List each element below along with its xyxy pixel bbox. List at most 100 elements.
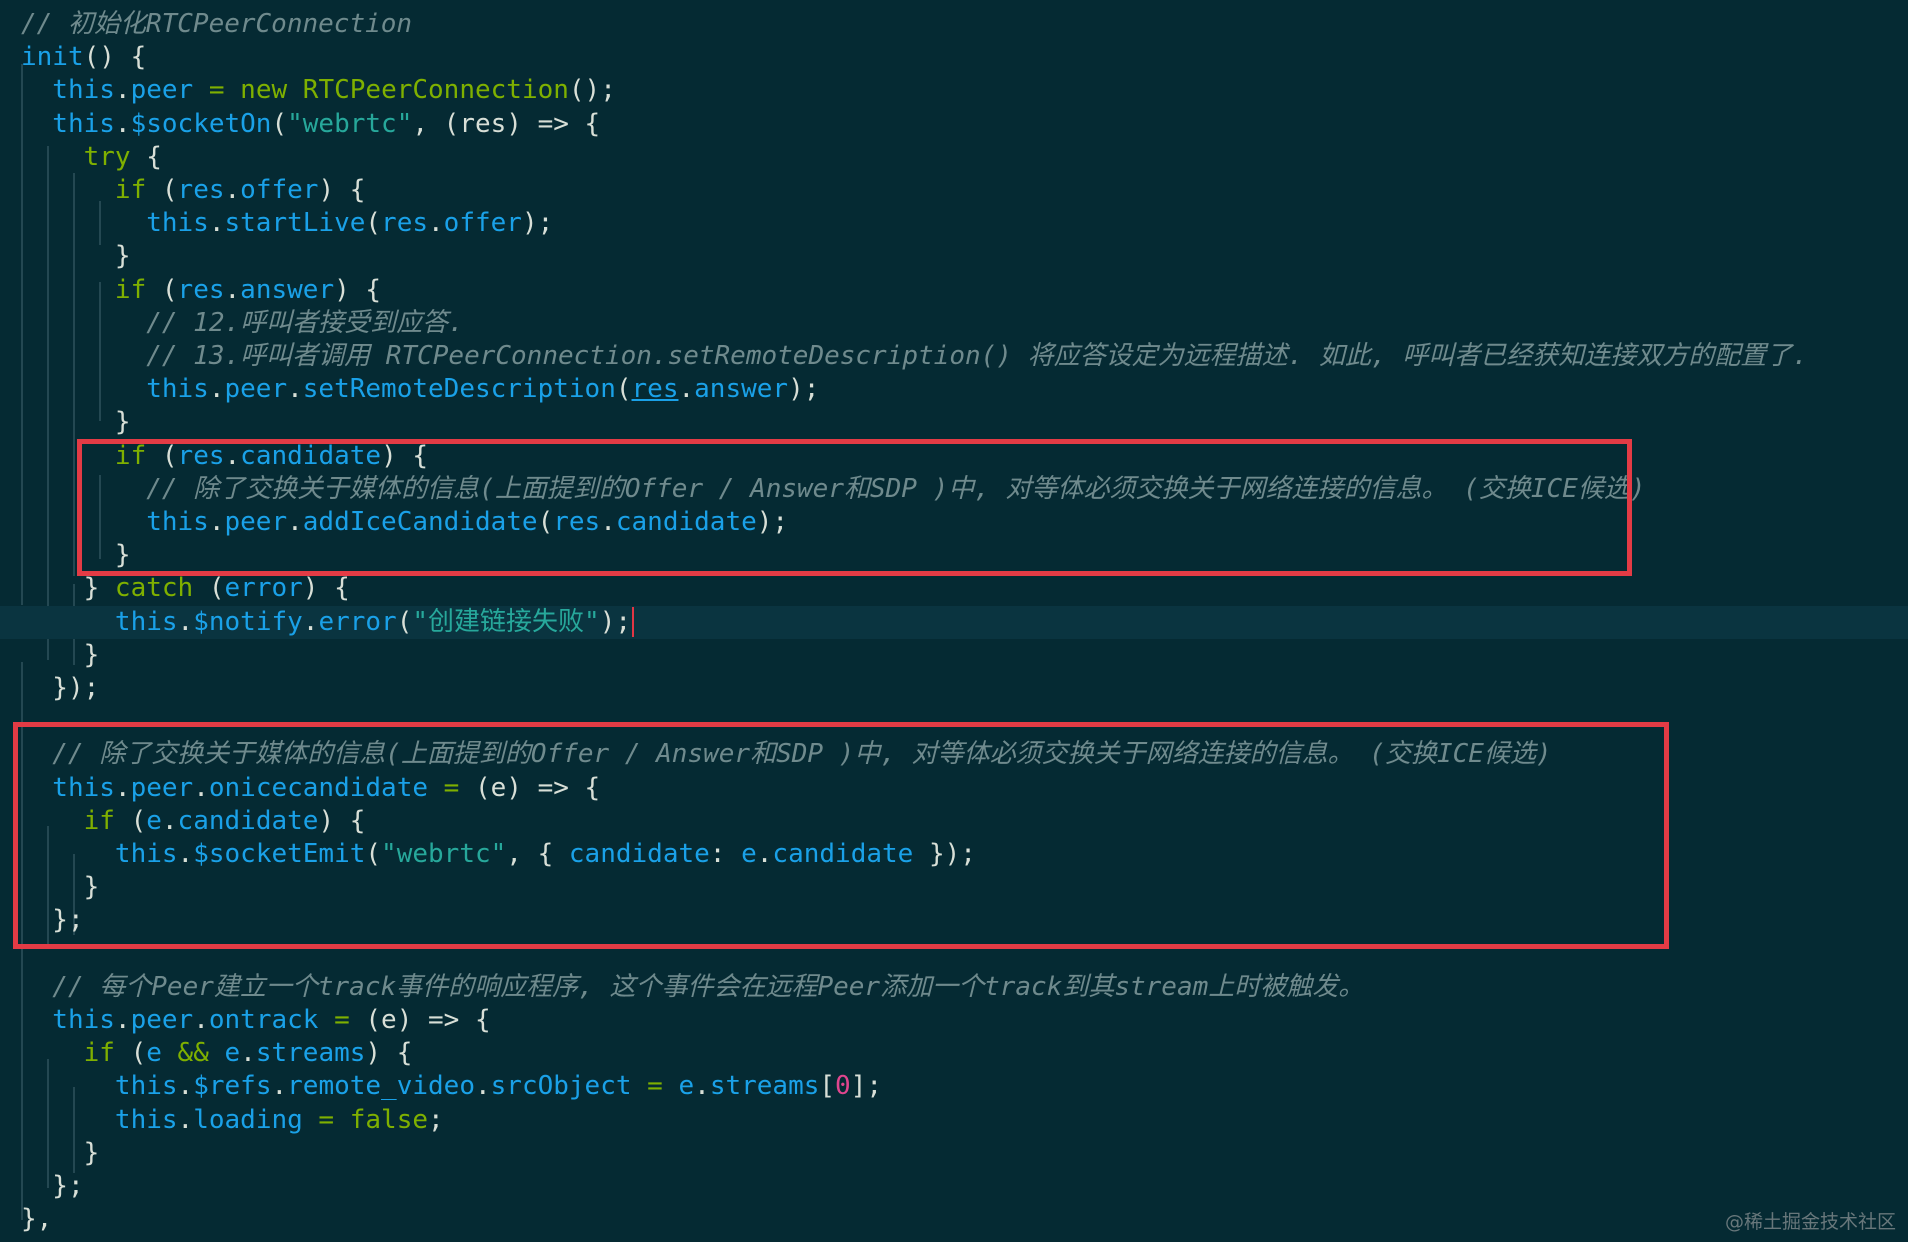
code-line[interactable]: }); [0, 672, 1908, 705]
code-line[interactable]: try { [0, 141, 1908, 174]
code-token-punctuation: . [287, 374, 303, 405]
code-line[interactable]: } [0, 639, 1908, 672]
code-token-punctuation: . [208, 507, 225, 537]
code-line[interactable]: } [0, 539, 1908, 572]
code-line[interactable]: this.startLive(res.offer); [0, 207, 1908, 240]
code-line[interactable]: this.peer.ontrack = (e) => { [0, 1004, 1908, 1037]
code-token-identifier: srcObject [490, 1071, 632, 1102]
code-token-keyword: if [21, 805, 115, 836]
code-line-content: this.$socketEmit("webrtc", { candidate: … [21, 838, 976, 871]
code-line[interactable]: this.peer = new RTCPeerConnection(); [0, 74, 1908, 107]
code-token-punctuation: , { [506, 839, 569, 869]
code-line-content: } [21, 240, 131, 273]
code-line-content: try { [21, 141, 162, 174]
code-token-punctuation: . [224, 274, 241, 305]
code-line[interactable]: } [0, 1137, 1908, 1170]
code-line[interactable]: this.peer.onicecandidate = (e) => { [0, 772, 1908, 805]
active-code-line[interactable]: this.$notify.error("创建链接失败"); [0, 605, 1908, 639]
code-token-comment: // 每个Peer建立一个track事件的响应程序, 这个事件会在远程Peer添… [21, 971, 1365, 1002]
code-token-punctuation: . [224, 440, 241, 471]
code-line-content: this.startLive(res.offer); [21, 207, 553, 240]
code-line[interactable] [0, 705, 1908, 738]
code-token-punctuation: ) { [302, 573, 350, 604]
code-token-keyword: false [349, 1104, 429, 1135]
code-token-punctuation: ( [146, 175, 178, 205]
code-token-identifier: $notify [193, 606, 303, 637]
code-line-content: }); [21, 672, 99, 705]
code-token-punctuation: . [177, 839, 194, 869]
code-line[interactable]: this.$socketEmit("webrtc", { candidate: … [0, 838, 1908, 871]
code-line-content: // 13.呼叫者调用 RTCPeerConnection.setRemoteD… [21, 340, 1808, 373]
code-token-punctuation: ); [756, 507, 789, 537]
code-line[interactable]: if (e && e.streams) { [0, 1037, 1908, 1070]
code-token-punctuation: , (res) => { [412, 108, 601, 139]
code-line-content: if (e.candidate) { [21, 805, 366, 838]
code-token-identifier: res [553, 507, 601, 537]
code-token-identifier: e [146, 1038, 162, 1069]
code-token-punctuation: ]; [850, 1071, 883, 1102]
code-line[interactable]: if (res.offer) { [0, 174, 1908, 207]
code-line[interactable]: this.$socketOn("webrtc", (res) => { [0, 108, 1908, 141]
code-token-identifier: this [21, 772, 115, 803]
code-token-punctuation: . [177, 1071, 194, 1102]
code-token-punctuation: ( [193, 573, 225, 604]
code-token-keyword: try [21, 141, 131, 172]
code-token-punctuation: . [114, 108, 131, 139]
code-token-punctuation: }); [913, 839, 976, 869]
code-line[interactable]: } [0, 240, 1908, 273]
code-line[interactable]: }; [0, 1170, 1908, 1203]
code-line-content: // 12.呼叫者接受到应答. [21, 307, 464, 340]
code-token-identifier: this [21, 108, 115, 139]
code-token-identifier: setRemoteDescription [302, 374, 616, 405]
code-line[interactable]: }, [0, 1203, 1908, 1236]
code-token-punctuation: } [21, 540, 131, 571]
code-line[interactable]: this.peer.setRemoteDescription(res.answe… [0, 373, 1908, 406]
code-line-content: if (res.offer) { [21, 174, 366, 207]
code-token-identifier: answer [240, 274, 335, 305]
code-line[interactable]: // 12.呼叫者接受到应答. [0, 307, 1908, 340]
code-line[interactable]: // 13.呼叫者调用 RTCPeerConnection.setRemoteD… [0, 340, 1908, 373]
code-line[interactable]: if (res.candidate) { [0, 440, 1908, 473]
code-token-identifier: peer [130, 75, 194, 106]
code-token-punctuation: } [21, 1137, 100, 1168]
code-line[interactable] [0, 938, 1908, 971]
code-token-punctuation: (e) => { [474, 772, 601, 803]
code-token-identifier: error [224, 573, 303, 604]
code-line[interactable]: } [0, 406, 1908, 439]
code-token-identifier: e [146, 805, 162, 836]
code-line[interactable]: // 除了交换关于媒体的信息(上面提到的Offer / Answer和SDP )… [0, 738, 1908, 771]
code-line[interactable]: } [0, 871, 1908, 904]
code-line[interactable]: this.$refs.remote_video.srcObject = e.st… [0, 1070, 1908, 1103]
code-token-punctuation: ) { [334, 274, 382, 305]
code-line[interactable]: this.loading = false; [0, 1104, 1908, 1137]
code-line[interactable]: // 除了交换关于媒体的信息(上面提到的Offer / Answer和SDP )… [0, 473, 1908, 506]
code-line-content: this.$socketOn("webrtc", (res) => { [21, 108, 600, 141]
code-token-identifier: onicecandidate [208, 772, 429, 803]
code-token-punctuation: }; [21, 1171, 84, 1201]
code-token-identifier: offer [443, 208, 522, 239]
code-line[interactable]: } catch (error) { [0, 572, 1908, 605]
code-line-content: this.peer.addIceCandidate(res.candidate)… [21, 506, 788, 539]
code-token-punctuation: . [193, 1005, 209, 1035]
code-token-punctuation: ( [365, 208, 382, 239]
code-editor[interactable]: // 初始化RTCPeerConnection init() { this.pee… [0, 0, 1908, 1242]
code-token-keyword: if [21, 1038, 115, 1069]
code-token-comment: // 13.呼叫者调用 RTCPeerConnection.setRemoteD… [21, 341, 1808, 371]
code-line-content: }, [21, 1203, 52, 1236]
code-token-punctuation: ( [114, 1038, 147, 1069]
code-line[interactable]: if (res.answer) { [0, 274, 1908, 307]
code-token-punctuation: } [21, 241, 131, 272]
code-token-punctuation: ( [146, 274, 178, 305]
code-token-punctuation: ) { [365, 1038, 413, 1069]
code-line[interactable]: if (e.candidate) { [0, 805, 1908, 838]
code-token-keyword: = [193, 75, 241, 106]
code-line[interactable]: this.peer.addIceCandidate(res.candidate)… [0, 506, 1908, 539]
code-line[interactable]: }; [0, 904, 1908, 937]
code-token-punctuation: ) { [318, 805, 366, 836]
code-token-punctuation: ); [599, 606, 631, 637]
code-line[interactable]: // 每个Peer建立一个track事件的响应程序, 这个事件会在远程Peer添… [0, 971, 1908, 1004]
code-token-identifier: peer [224, 374, 288, 405]
code-line[interactable]: init() { [0, 41, 1908, 74]
code-token-identifier: $socketOn [130, 108, 272, 139]
code-line[interactable]: // 初始化RTCPeerConnection [0, 8, 1908, 41]
